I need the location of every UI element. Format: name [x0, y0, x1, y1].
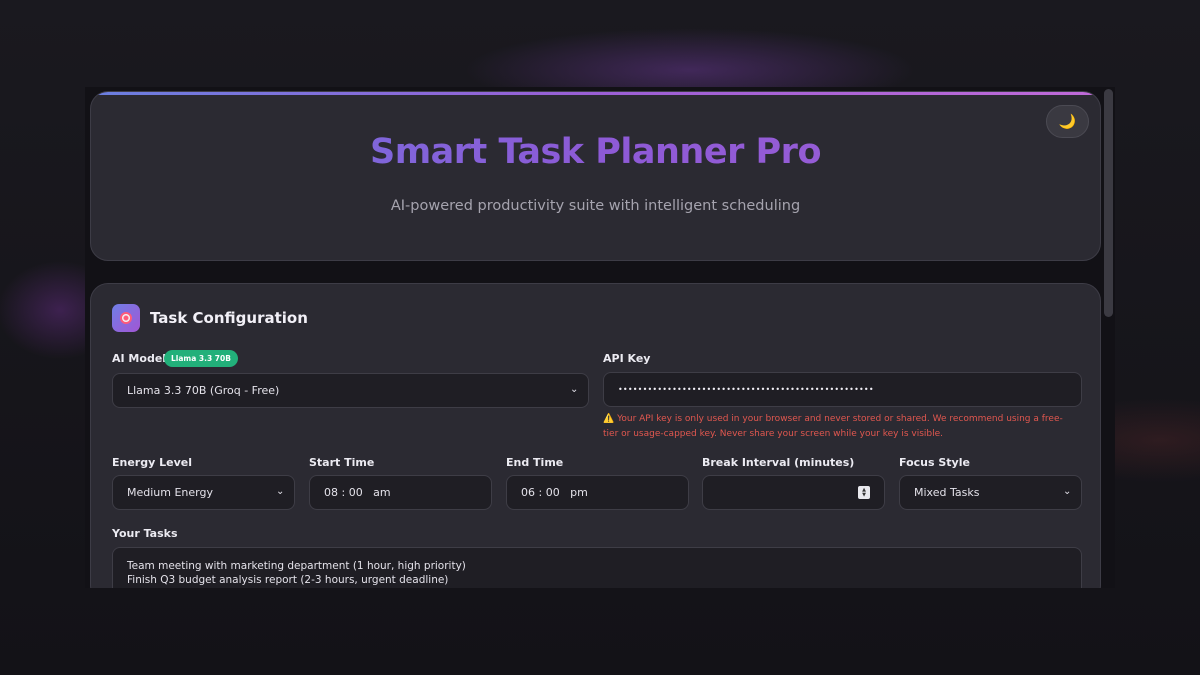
break-interval-label: Break Interval (minutes) — [702, 456, 855, 469]
header-card: Smart Task Planner Pro AI-powered produc… — [90, 91, 1101, 261]
api-key-warning: ⚠️ Your API key is only used in your bro… — [603, 414, 1063, 439]
chevron-down-icon: ⌄ — [1063, 486, 1072, 497]
chevron-down-icon: ⌄ — [276, 486, 285, 497]
break-interval-input[interactable]: ▲ ▼ — [702, 475, 885, 510]
api-key-value: ••••••••••••••••••••••••••••••••••••••••… — [618, 385, 874, 394]
focus-style-value: Mixed Tasks — [914, 486, 980, 499]
ai-model-label: AI Model — [112, 352, 167, 365]
task-line: Finish Q3 budget analysis report (2-3 ho… — [127, 574, 449, 586]
moon-icon: 🌙 — [1058, 113, 1077, 130]
app-title: Smart Task Planner Pro — [91, 132, 1100, 172]
api-key-label: API Key — [603, 352, 651, 365]
start-time-value: 08 : 00 am — [324, 486, 391, 499]
start-time-input[interactable]: 08 : 00 am — [309, 475, 492, 510]
focus-style-label: Focus Style — [899, 456, 970, 469]
energy-level-value: Medium Energy — [127, 486, 213, 499]
model-badge: Llama 3.3 70B — [164, 350, 238, 367]
number-stepper[interactable]: ▲ ▼ — [858, 486, 870, 499]
chevron-down-icon: ⌄ — [570, 384, 579, 395]
end-time-input[interactable]: 06 : 00 pm — [506, 475, 689, 510]
focus-style-select[interactable]: Mixed Tasks ⌄ — [899, 475, 1082, 510]
end-time-label: End Time — [506, 456, 564, 469]
start-time-label: Start Time — [309, 456, 375, 469]
app-subtitle: AI-powered productivity suite with intel… — [390, 198, 801, 214]
tasks-textarea[interactable]: Team meeting with marketing department (… — [112, 547, 1082, 588]
scrollbar[interactable] — [1101, 87, 1115, 588]
task-configuration-card: Task Configuration AI Model Llama 3.3 70… — [90, 283, 1101, 588]
ai-model-value: Llama 3.3 70B (Groq - Free) — [127, 384, 280, 397]
app-viewport: Smart Task Planner Pro AI-powered produc… — [85, 87, 1115, 588]
energy-level-label: Energy Level — [112, 456, 192, 469]
energy-level-select[interactable]: Medium Energy ⌄ — [112, 475, 295, 510]
api-key-input[interactable]: ••••••••••••••••••••••••••••••••••••••••… — [603, 372, 1082, 407]
end-time-value: 06 : 00 pm — [521, 486, 588, 499]
scrollbar-thumb[interactable] — [1104, 89, 1113, 317]
target-icon — [112, 304, 140, 332]
task-line: Team meeting with marketing department (… — [127, 560, 466, 572]
tasks-label: Your Tasks — [112, 527, 178, 540]
ai-model-select[interactable]: Llama 3.3 70B (Groq - Free) ⌄ — [112, 373, 589, 408]
section-title: Task Configuration — [150, 309, 308, 327]
theme-toggle-button[interactable]: 🌙 — [1046, 105, 1089, 138]
